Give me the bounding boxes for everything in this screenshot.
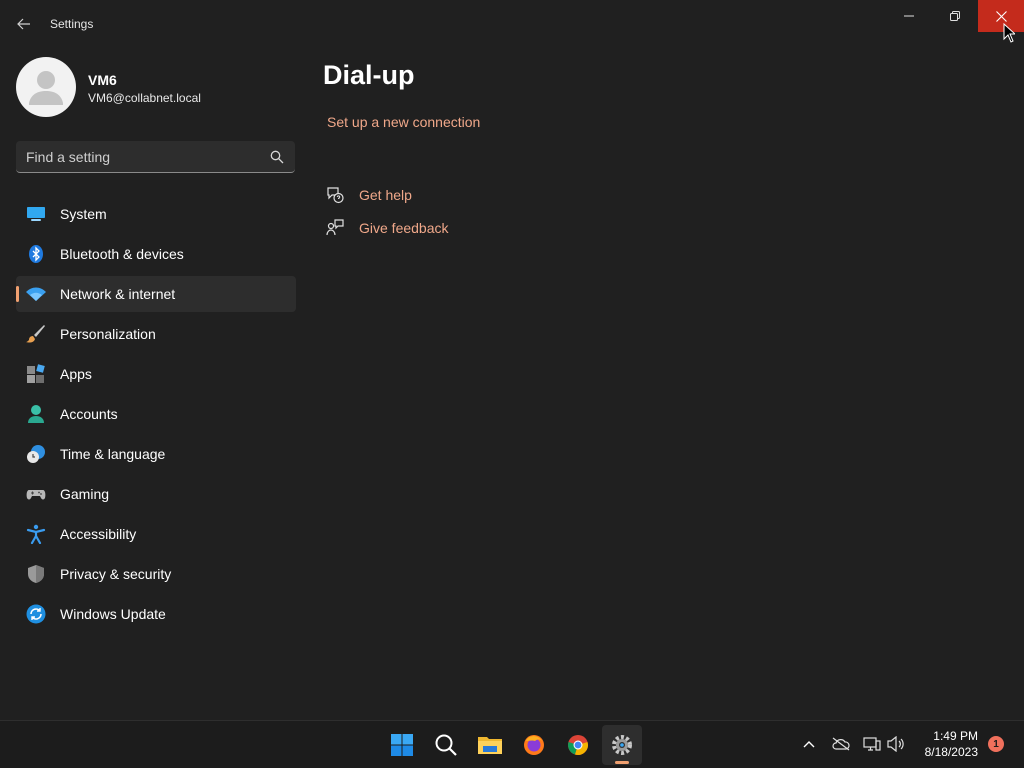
sidebar-item-accounts[interactable]: Accounts: [16, 396, 296, 432]
volume-tray-button[interactable]: [885, 733, 907, 755]
network-icon: [863, 737, 881, 751]
sidebar-item-label: System: [60, 206, 107, 222]
sidebar-item-label: Privacy & security: [60, 566, 172, 582]
feedback-icon: [325, 218, 345, 238]
search-icon: [435, 734, 457, 756]
close-icon: [995, 10, 1007, 22]
sidebar-item-windows-update[interactable]: Windows Update: [16, 596, 296, 632]
title-bar: Settings: [0, 0, 1024, 48]
start-button[interactable]: [382, 725, 422, 765]
search-icon[interactable]: [270, 150, 284, 164]
sidebar-item-label: Gaming: [60, 486, 110, 502]
user-name: VM6: [88, 72, 117, 88]
close-button[interactable]: [978, 0, 1024, 32]
taskbar: 1:49 PM 8/18/2023 1: [0, 720, 1024, 768]
sidebar-item-time-language[interactable]: Time & language: [16, 436, 296, 472]
mouse-cursor-icon: [1003, 23, 1015, 43]
clock-date: 8/18/2023: [924, 745, 978, 759]
file-explorer-button[interactable]: [470, 725, 510, 765]
gear-icon: [612, 735, 632, 755]
running-indicator: [615, 761, 629, 764]
restore-icon: [950, 11, 960, 21]
settings-taskbar-button[interactable]: [602, 725, 642, 765]
page-title: Dial-up: [323, 60, 415, 90]
clock-globe-icon: [26, 444, 46, 464]
shield-icon: [26, 564, 46, 584]
minimize-button[interactable]: [886, 0, 932, 32]
sidebar-item-gaming[interactable]: Gaming: [16, 476, 296, 512]
user-silhouette-icon: [29, 71, 63, 105]
clock-time: 1:49 PM: [933, 729, 978, 743]
help-chat-icon: [325, 185, 345, 205]
minimize-icon: [904, 15, 914, 17]
give-feedback-label: Give feedback: [359, 220, 449, 236]
firefox-button[interactable]: [514, 725, 554, 765]
brush-icon: [26, 324, 46, 344]
user-email: VM6@collabnet.local: [88, 91, 201, 105]
restore-button[interactable]: [932, 0, 978, 32]
firefox-icon: [524, 735, 544, 755]
taskbar-clock[interactable]: 1:49 PM 8/18/2023: [912, 728, 978, 760]
sidebar-item-system[interactable]: System: [16, 196, 296, 232]
sidebar-item-bluetooth[interactable]: Bluetooth & devices: [16, 236, 296, 272]
sidebar-item-privacy-security[interactable]: Privacy & security: [16, 556, 296, 592]
back-button[interactable]: [12, 12, 36, 36]
taskbar-search-button[interactable]: [426, 725, 466, 765]
sidebar-item-label: Apps: [60, 366, 92, 382]
sidebar-item-personalization[interactable]: Personalization: [16, 316, 296, 352]
sidebar-nav: System Bluetooth & devices Network & int…: [16, 196, 296, 636]
sidebar-item-accessibility[interactable]: Accessibility: [16, 516, 296, 552]
sidebar-item-label: Time & language: [60, 446, 166, 462]
back-arrow-icon: [17, 18, 30, 30]
chevron-up-icon: [803, 741, 815, 748]
setup-new-connection-link[interactable]: Set up a new connection: [327, 114, 480, 130]
onedrive-tray-button[interactable]: [830, 733, 852, 755]
get-help-label: Get help: [359, 187, 412, 203]
wifi-icon: [26, 284, 46, 304]
update-icon: [26, 604, 46, 624]
cloud-offline-icon: [832, 737, 850, 751]
sidebar-item-label: Accessibility: [60, 526, 137, 542]
get-help-link[interactable]: Get help: [325, 183, 412, 207]
give-feedback-link[interactable]: Give feedback: [325, 216, 449, 240]
sidebar-item-label: Bluetooth & devices: [60, 246, 184, 262]
show-hidden-icons-button[interactable]: [798, 733, 820, 755]
sidebar-item-label: Accounts: [60, 406, 118, 422]
avatar[interactable]: [16, 57, 76, 117]
gamepad-icon: [26, 484, 46, 504]
chrome-icon: [568, 735, 588, 755]
accounts-icon: [26, 404, 46, 424]
system-icon: [26, 204, 46, 224]
bluetooth-icon: [26, 244, 46, 264]
sidebar-item-label: Windows Update: [60, 606, 166, 622]
search-box[interactable]: [16, 141, 295, 173]
folder-icon: [478, 737, 502, 754]
app-title: Settings: [50, 17, 94, 31]
sidebar-item-label: Network & internet: [60, 286, 176, 302]
speaker-icon: [887, 736, 904, 752]
sidebar-item-network[interactable]: Network & internet: [16, 276, 296, 312]
apps-icon: [26, 364, 46, 384]
search-input[interactable]: [26, 141, 266, 172]
sidebar-item-label: Personalization: [60, 326, 156, 342]
sidebar-item-apps[interactable]: Apps: [16, 356, 296, 392]
notification-badge[interactable]: 1: [988, 736, 1004, 752]
chrome-button[interactable]: [558, 725, 598, 765]
selection-indicator: [16, 286, 19, 302]
windows-logo-icon: [391, 734, 413, 756]
accessibility-icon: [26, 524, 46, 544]
network-tray-button[interactable]: [861, 733, 883, 755]
